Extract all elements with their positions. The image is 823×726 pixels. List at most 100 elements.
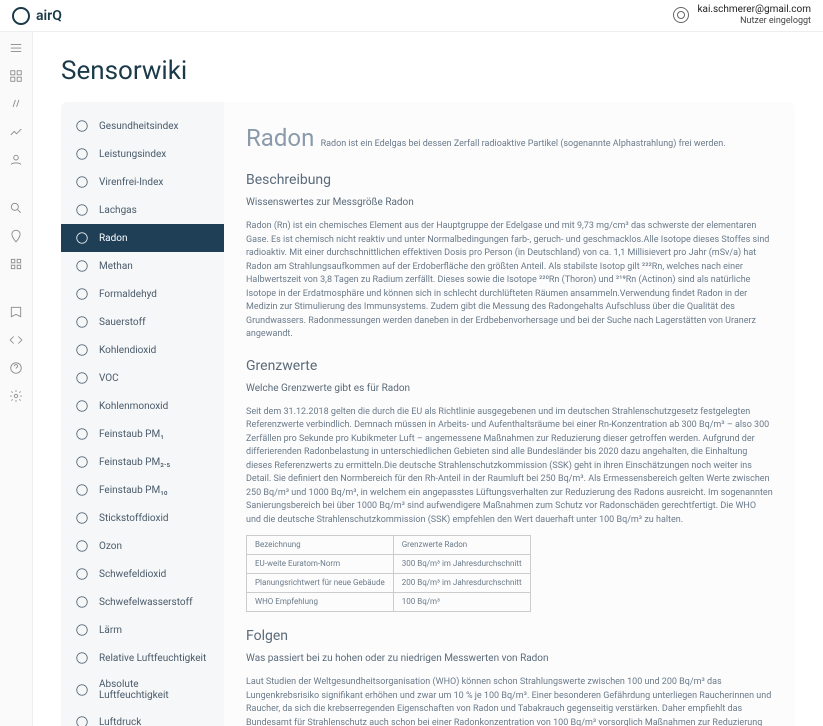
limits-sub: Welche Grenzwerte gibt es für Radon [246,381,773,396]
logo-icon [12,7,30,25]
sidebar-item-voc[interactable]: VOC [61,364,224,392]
sidebar-item-ozon[interactable]: Ozon [61,532,224,560]
user-info: kai.schmerer@gmail.com Nutzer eingeloggt [697,4,811,27]
sidebar-item-kohlendioxid[interactable]: Kohlendioxid [61,336,224,364]
help-icon[interactable] [8,360,24,376]
sidebar-item-label: Stickstoffdioxid [99,513,169,524]
sensor-icon [75,427,89,441]
sidebar-item-radon[interactable]: Radon [61,224,224,252]
sidebar-item-label: Kohlenmonoxid [99,401,168,412]
sensor-list: Gesundheitsindex Leistungsindex Virenfrei-… [61,102,224,726]
brand-name: airQ [36,8,62,24]
sensor-icon [75,483,89,497]
sensor-icon [75,371,89,385]
sensor-icon [75,399,89,413]
user-email: kai.schmerer@gmail.com [697,4,811,16]
sidebar-item-label: Radon [99,233,127,244]
sidebar-item-formaldehyd[interactable]: Formaldehyd [61,280,224,308]
settings-icon[interactable] [8,388,24,404]
sidebar-item-label: Sauerstoff [99,317,146,328]
sidebar-item-schwefeldioxid[interactable]: Schwefeldioxid [61,560,224,588]
sidebar-item-label: Methan [99,261,133,272]
grid-icon[interactable] [8,68,24,84]
chart-icon[interactable] [8,124,24,140]
sidebar-item-schwefelwasserstoff[interactable]: Schwefelwasserstoff [61,588,224,616]
main-area: Sensorwiki Gesundheitsindex Leistungsinde… [33,32,823,726]
sidebar-item-label: Lachgas [99,205,137,216]
cons-text: Laut Studien der Weltgesundheitsorganisa… [246,676,773,726]
sensor-icon [75,511,89,525]
desc-heading: Beschreibung [246,170,773,191]
sidebar-item-label: Gesundheitsindex [99,121,178,132]
icon-rail [0,32,33,726]
sensor-icon [75,623,89,637]
sidebar-item-feinstaub-pm-[interactable]: Feinstaub PM₂.₅ [61,448,224,476]
sidebar-item-label: Luftdruck [99,717,141,726]
sensor-icon [75,119,89,133]
sensor-icon [75,539,89,553]
sidebar-item-label: Feinstaub PM₁ [99,429,164,440]
user-icon[interactable] [673,7,689,23]
sidebar-item-label: VOC [99,373,119,384]
sensor-icon [75,343,89,357]
sidebar-item-label: Schwefeldioxid [99,569,166,580]
book-icon[interactable] [8,304,24,320]
sensor-icon [75,175,89,189]
sidebar-item-kohlenmonoxid[interactable]: Kohlenmonoxid [61,392,224,420]
sensor-icon [75,259,89,273]
users-icon[interactable] [8,152,24,168]
sidebar-item-l-rm[interactable]: Lärm [61,616,224,644]
sensor-icon [75,231,89,245]
article-lead: Radon ist ein Edelgas bei dessen Zerfall… [321,139,726,149]
sidebar-item-label: Ozon [99,541,122,552]
sidebar-item-gesundheitsindex[interactable]: Gesundheitsindex [61,112,224,140]
cons-heading: Folgen [246,626,773,647]
menu-icon[interactable] [8,40,24,56]
sensor-icon [75,715,89,726]
sidebar-item-label: Lärm [99,625,122,636]
sidebar-item-label: Relative Luftfeuchtigkeit [99,653,206,664]
limits-text: Seit dem 31.12.2018 gelten die durch die… [246,406,773,528]
sensor-icon [75,203,89,217]
sensor-icon [75,567,89,581]
sidebar-item-label: Feinstaub PM₂.₅ [99,457,170,468]
sidebar-item-label: Leistungsindex [99,149,166,160]
sidebar-item-leistungsindex[interactable]: Leistungsindex [61,140,224,168]
sidebar-item-sauerstoff[interactable]: Sauerstoff [61,308,224,336]
article-title: Radon [246,124,314,152]
sensor-icon [75,651,89,665]
compare-icon[interactable] [8,96,24,112]
apps-icon[interactable] [8,256,24,272]
map-icon[interactable] [8,228,24,244]
desc-sub: Wissenswertes zur Messgröße Radon [246,195,773,210]
sidebar-item-label: Schwefelwasserstoff [99,597,193,608]
user-status: Nutzer eingeloggt [697,16,811,27]
sidebar-item-absolute-luftfeuchtigkeit[interactable]: Absolute Luftfeuchtigkeit [61,672,224,708]
article: Radon Radon ist ein Edelgas bei dessen Z… [224,102,795,726]
sidebar-item-label: Virenfrei-Index [99,177,163,188]
sidebar-item-stickstoffdioxid[interactable]: Stickstoffdioxid [61,504,224,532]
top-header: airQ kai.schmerer@gmail.com Nutzer einge… [0,0,823,32]
sidebar-item-feinstaub-pm-[interactable]: Feinstaub PM₁ [61,420,224,448]
sidebar-item-label: Absolute Luftfeuchtigkeit [99,679,210,701]
limits-heading: Grenzwerte [246,356,773,377]
cons-sub: Was passiert bei zu hohen oder zu niedri… [246,651,773,666]
sensor-icon [75,455,89,469]
sensor-icon [75,287,89,301]
sidebar-item-feinstaub-pm-[interactable]: Feinstaub PM₁₀ [61,476,224,504]
sidebar-item-luftdruck[interactable]: Luftdruck [61,708,224,726]
code-icon[interactable] [8,332,24,348]
desc-text: Radon (Rn) ist ein chemisches Element au… [246,220,773,342]
sensor-icon [75,315,89,329]
sidebar-item-virenfrei-index[interactable]: Virenfrei-Index [61,168,224,196]
sidebar-item-relative-luftfeuchtigkeit[interactable]: Relative Luftfeuchtigkeit [61,644,224,672]
sidebar-item-label: Kohlendioxid [99,345,156,356]
sidebar-item-lachgas[interactable]: Lachgas [61,196,224,224]
sensor-icon [75,595,89,609]
sidebar-item-methan[interactable]: Methan [61,252,224,280]
brand-logo[interactable]: airQ [12,7,62,25]
page-title: Sensorwiki [61,56,795,86]
search-icon[interactable] [8,200,24,216]
sidebar-item-label: Feinstaub PM₁₀ [99,485,168,496]
limits-table: BezeichnungGrenzwerte Radon EU-weite Eur… [246,535,531,612]
